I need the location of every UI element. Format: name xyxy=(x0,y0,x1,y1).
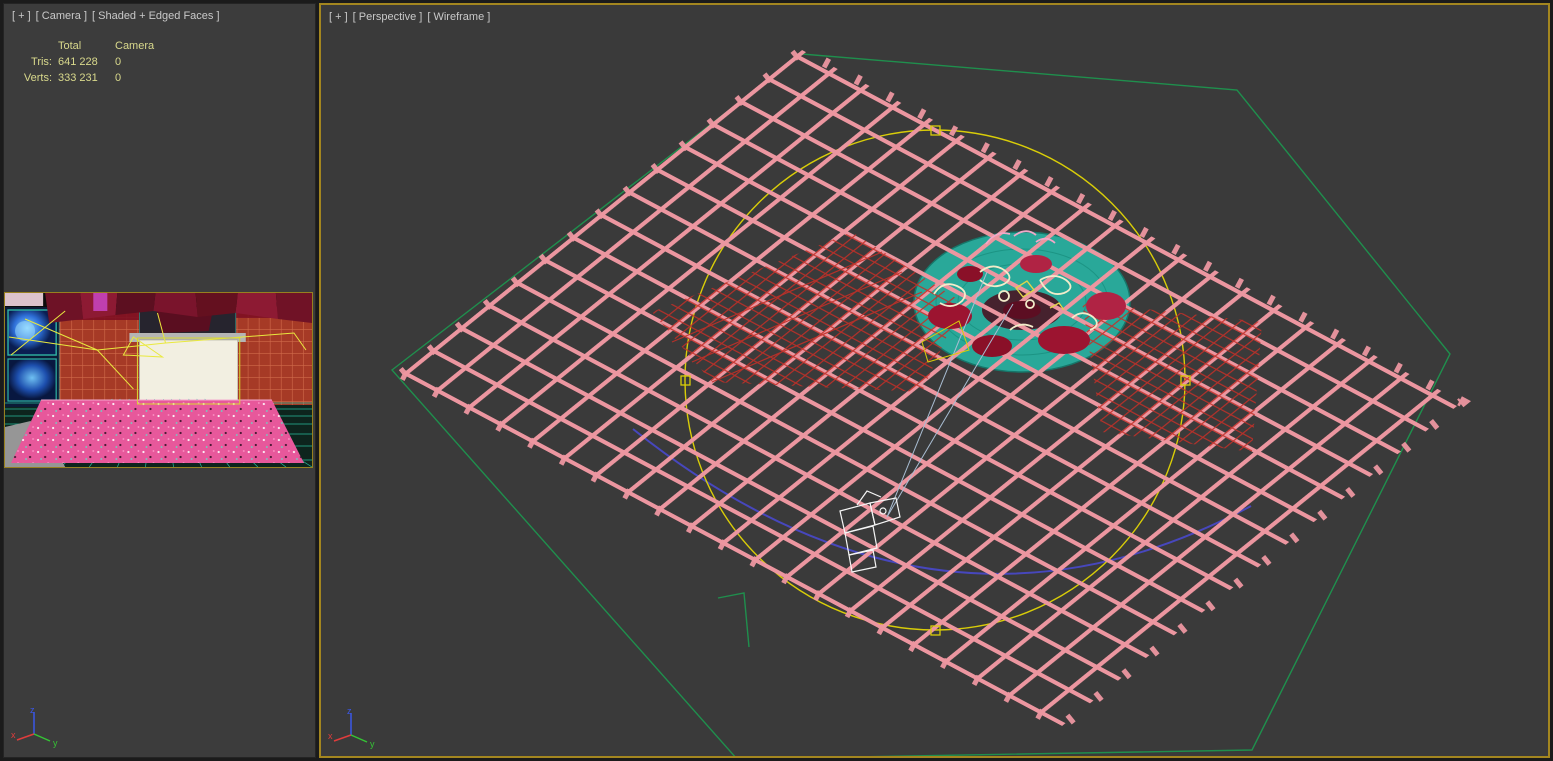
stats-spacer xyxy=(18,38,58,54)
stats-tris-label: Tris: xyxy=(31,56,52,68)
camera-viewport-label: [ + ] [ Camera ] [ Shaded + Edged Faces … xyxy=(12,10,220,22)
perspective-viewport[interactable]: [ + ] [ Perspective ] [ Wireframe ] z x … xyxy=(319,3,1550,758)
stats-verts-total: 333 231 xyxy=(58,72,98,84)
perspective-viewport-label: [ + ] [ Perspective ] [ Wireframe ] xyxy=(329,11,490,23)
stats-tris-total: 641 228 xyxy=(58,56,98,68)
max-viewport-area: [ + ] [ Camera ] [ Shaded + Edged Faces … xyxy=(0,0,1553,761)
viewport-pov-menu[interactable]: [ Perspective ] xyxy=(353,11,423,23)
viewport-pov-menu[interactable]: [ Camera ] xyxy=(36,10,87,22)
axis-y-label: y xyxy=(370,739,375,749)
viewport-general-menu[interactable]: [ + ] xyxy=(329,11,348,23)
projection-screen xyxy=(129,333,246,404)
camera-render-frame[interactable] xyxy=(4,292,313,468)
pink-rug xyxy=(11,399,304,463)
viewport-shading-menu[interactable]: [ Shaded + Edged Faces ] xyxy=(92,10,220,22)
axis-x-label: x xyxy=(11,730,16,740)
stats-tris-camera: 0 xyxy=(115,56,122,68)
axis-z-label: z xyxy=(30,705,35,715)
axis-x-label: x xyxy=(328,731,333,741)
camera-viewport[interactable]: [ + ] [ Camera ] [ Shaded + Edged Faces … xyxy=(3,3,316,758)
camera-preview-image xyxy=(5,293,312,467)
axis-z-label: z xyxy=(347,706,352,716)
pink-lattice-grid[interactable] xyxy=(392,44,1472,732)
statistics-overlay: Total Camera Tris: 641 228 0 Verts: 333 … xyxy=(18,38,159,86)
stats-verts-label: Verts: xyxy=(23,72,52,84)
axis-tripod: z x y xyxy=(328,706,375,749)
stats-verts-camera: 0 xyxy=(115,72,122,84)
viewport-general-menu[interactable]: [ + ] xyxy=(12,10,31,22)
axis-y-label: y xyxy=(53,738,58,748)
stats-col-total: Total xyxy=(58,40,82,52)
axis-tripod: z x y xyxy=(11,705,58,748)
stats-col-camera: Camera xyxy=(115,40,155,52)
perspective-viewport-canvas[interactable] xyxy=(321,5,1548,756)
viewport-shading-menu[interactable]: [ Wireframe ] xyxy=(427,11,490,23)
